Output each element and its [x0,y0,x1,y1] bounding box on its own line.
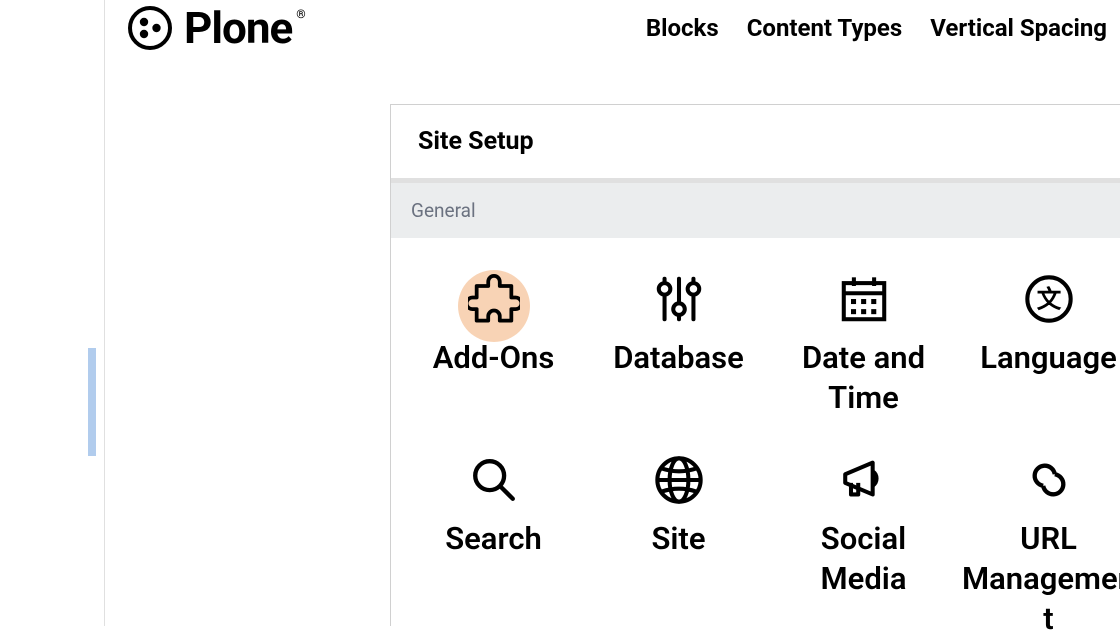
site-setup-panel: Site Setup General Add-Ons [390,104,1120,626]
megaphone-icon [838,454,890,506]
nav-blocks[interactable]: Blocks [646,14,719,42]
tile-site[interactable]: Site [586,449,771,639]
tile-date-time[interactable]: Date and Time [771,268,956,419]
tile-search[interactable]: Search [401,449,586,639]
calendar-icon [838,273,890,325]
tile-social-media[interactable]: Social Media [771,449,956,639]
tile-grid: Add-Ons Database [391,238,1120,639]
trademark-icon: ® [296,7,305,21]
tile-label: Date and Time [775,338,952,419]
tile-label: Social Media [775,519,952,600]
header: Plone ® Blocks Content Types Vertical Sp… [128,0,1120,56]
tile-url-management[interactable]: URL Management [956,449,1120,639]
top-nav: Blocks Content Types Vertical Spacing [646,14,1120,42]
panel-title: Site Setup [391,105,1120,183]
logo[interactable]: Plone ® [128,2,316,54]
tile-database[interactable]: Database [586,268,771,419]
svg-text:文: 文 [1036,285,1061,314]
tile-label: Database [613,338,744,378]
search-icon [468,454,520,506]
left-accent-bar [88,348,96,456]
puzzle-icon [468,273,520,325]
tile-add-ons[interactable]: Add-Ons [401,268,586,419]
tile-language[interactable]: 文 Language [956,268,1120,419]
tile-label: Search [445,519,542,559]
tile-label: Add-Ons [433,338,555,378]
nav-content-types[interactable]: Content Types [747,14,903,42]
tile-label: Language [980,338,1117,378]
section-general: General [391,183,1120,238]
left-divider [104,0,105,626]
link-icon [1023,454,1075,506]
globe-icon [653,454,705,506]
plone-logo-icon [128,6,172,50]
tile-label: URL Management [960,519,1120,639]
language-icon: 文 [1023,273,1075,325]
sliders-icon [653,273,705,325]
tile-label: Site [651,519,705,559]
nav-vertical-spacing[interactable]: Vertical Spacing [930,14,1107,42]
brand-name: Plone [184,2,292,54]
